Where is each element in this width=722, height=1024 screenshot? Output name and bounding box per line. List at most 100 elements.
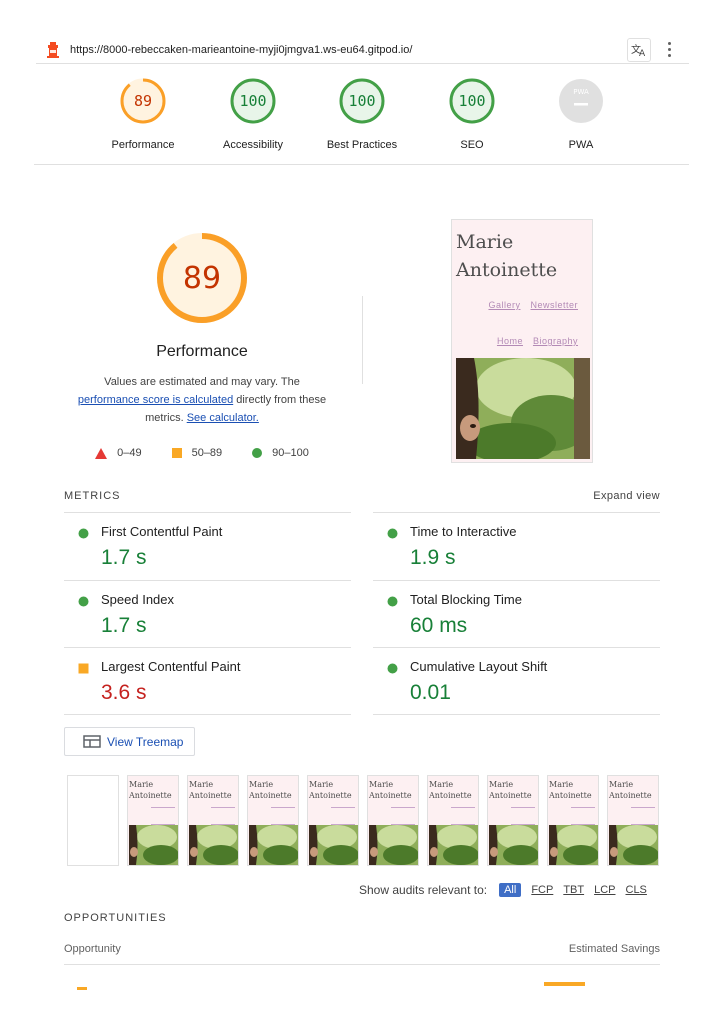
view-treemap-button[interactable]: View Treemap xyxy=(64,727,195,756)
filmstrip-frame-image xyxy=(549,825,598,865)
expand-view-toggle[interactable]: Expand view xyxy=(593,490,660,502)
filmstrip-frame-nav xyxy=(451,807,475,809)
filmstrip-frame: Marie Antoinette xyxy=(127,775,179,866)
filmstrip-frame: Marie Antoinette xyxy=(427,775,479,866)
filmstrip-frame-title: Marie Antoinette xyxy=(549,780,592,800)
metric-cls: Cumulative Layout Shift 0.01 xyxy=(373,647,660,715)
filmstrip-frame: Marie Antoinette xyxy=(247,775,299,866)
filter-cls[interactable]: CLS xyxy=(626,884,647,896)
pass-circle-icon xyxy=(387,528,398,539)
filmstrip-frame-title: Marie Antoinette xyxy=(309,780,352,800)
metric-value: 1.7 s xyxy=(101,546,147,569)
filter-tbt[interactable]: TBT xyxy=(563,884,584,896)
gauge-label-pwa: PWA xyxy=(568,139,594,151)
filter-all[interactable]: All xyxy=(499,883,522,897)
filmstrip-frame-image xyxy=(429,825,478,865)
divider xyxy=(362,296,363,384)
metric-name: Largest Contentful Paint xyxy=(101,659,241,674)
translate-button[interactable]: 文 A xyxy=(627,37,651,62)
lighthouse-icon xyxy=(47,41,59,58)
filter-lcp[interactable]: LCP xyxy=(594,884,615,896)
gauge-label-accessibility: Accessibility xyxy=(223,139,283,151)
screenshot-link-gallery: Gallery xyxy=(488,300,521,310)
gauge-label-best-practices: Best Practices xyxy=(326,139,398,151)
gauge-ring-best-practices: 100 xyxy=(339,78,385,124)
gauge-score-best-practices: 100 xyxy=(348,92,375,110)
filmstrip-frame-title: Marie Antoinette xyxy=(249,780,292,800)
filmstrip-frame-image xyxy=(369,825,418,865)
gauge-best-practices[interactable]: 100 Best Practices xyxy=(312,78,412,151)
gauge-ring-performance: 89 xyxy=(120,78,166,124)
pass-circle-icon xyxy=(252,448,263,458)
translate-icon: 文 A xyxy=(631,43,646,57)
screenshot-nav-row2: Home Biography xyxy=(452,336,592,346)
metric-value: 3.6 s xyxy=(101,681,147,704)
performance-score: 89 xyxy=(183,261,221,296)
treemap-icon xyxy=(83,735,101,748)
filmstrip-frame-nav xyxy=(571,807,595,809)
see-calculator-link[interactable]: See calculator. xyxy=(187,412,259,424)
audit-filter-label: Show audits relevant to: xyxy=(359,883,488,897)
gauge-seo[interactable]: 100 SEO xyxy=(422,78,522,151)
filmstrip-frame-nav xyxy=(271,807,295,809)
opportunities-divider xyxy=(64,964,660,965)
gauge-ring-seo: 100 xyxy=(449,78,495,124)
metric-tbt: Total Blocking Time 60 ms xyxy=(373,580,660,648)
url-bar: https://8000-rebeccaken-marieantoine-myj… xyxy=(36,36,689,64)
metric-tti: Time to Interactive 1.9 s xyxy=(373,512,660,580)
filmstrip-frame-title: Marie Antoinette xyxy=(189,780,232,800)
metric-value: 0.01 xyxy=(410,681,451,704)
filmstrip-frame-title: Marie Antoinette xyxy=(129,780,172,800)
gauge-performance[interactable]: 89 Performance xyxy=(93,78,193,151)
metric-fcp: First Contentful Paint 1.7 s xyxy=(64,512,351,580)
filmstrip-frame-nav xyxy=(391,807,415,809)
filmstrip-frame-image xyxy=(129,825,178,865)
filmstrip-frame-image xyxy=(309,825,358,865)
screenshot-link-biography: Biography xyxy=(532,336,578,346)
gauge-score-accessibility: 100 xyxy=(239,92,266,110)
filmstrip-frame-nav xyxy=(331,807,355,809)
performance-gauge: 89 xyxy=(157,233,247,323)
metric-value: 60 ms xyxy=(410,614,468,637)
filter-fcp[interactable]: FCP xyxy=(531,884,553,896)
final-screenshot[interactable]: Marie Antoinette Gallery Newsletter Home B… xyxy=(451,219,593,463)
report-url[interactable]: https://8000-rebeccaken-marieantoine-myj… xyxy=(70,44,627,56)
gauge-label-seo: SEO xyxy=(460,139,484,151)
average-square-icon xyxy=(77,987,87,990)
opportunities-title: OPPORTUNITIES xyxy=(64,912,167,924)
savings-col-label: Estimated Savings xyxy=(568,943,660,955)
gauge-accessibility[interactable]: 100 Accessibility xyxy=(203,78,303,151)
more-menu-icon[interactable] xyxy=(657,38,681,62)
filmstrip-frame xyxy=(67,775,119,866)
filmstrip-frame-nav xyxy=(511,807,535,809)
metric-value: 1.9 s xyxy=(410,546,456,569)
metric-name: First Contentful Paint xyxy=(101,524,223,539)
metric-name: Speed Index xyxy=(101,592,175,607)
savings-bar xyxy=(544,982,585,986)
filmstrip-frame-title: Marie Antoinette xyxy=(429,780,472,800)
filmstrip-frame: Marie Antoinette xyxy=(607,775,659,866)
audit-filter: Show audits relevant to: All FCP TBT LCP… xyxy=(359,883,657,897)
gauge-label-performance: Performance xyxy=(111,139,175,151)
score-calculated-link[interactable]: performance score is calculated xyxy=(78,394,233,406)
metric-name: Cumulative Layout Shift xyxy=(410,659,548,674)
gauge-pwa[interactable]: PWA PWA xyxy=(531,78,631,151)
metric-lcp: Largest Contentful Paint 3.6 s xyxy=(64,647,351,715)
performance-description: Values are estimated and may vary. The p… xyxy=(70,373,334,427)
filmstrip-frame: Marie Antoinette xyxy=(187,775,239,866)
gauge-score-seo: 100 xyxy=(458,92,485,110)
filmstrip-frame: Marie Antoinette xyxy=(487,775,539,866)
opportunity-col-label: Opportunity xyxy=(64,943,121,955)
svg-text:A: A xyxy=(639,49,646,57)
metrics-header: METRICS Expand view xyxy=(64,490,660,502)
pass-circle-icon xyxy=(387,663,398,674)
screenshot-site-title: Marie Antoinette xyxy=(456,231,558,281)
gauge-score-performance: 89 xyxy=(134,92,152,110)
opportunities-columns: Opportunity Estimated Savings xyxy=(64,943,660,955)
pwa-badge-text: PWA xyxy=(573,88,589,96)
metrics-divider xyxy=(64,714,660,715)
filmstrip-frame-image xyxy=(189,825,238,865)
view-treemap-label: View Treemap xyxy=(107,734,184,749)
filmstrip-frame-title: Marie Antoinette xyxy=(609,780,652,800)
legend-average: 50–89 xyxy=(171,447,222,459)
